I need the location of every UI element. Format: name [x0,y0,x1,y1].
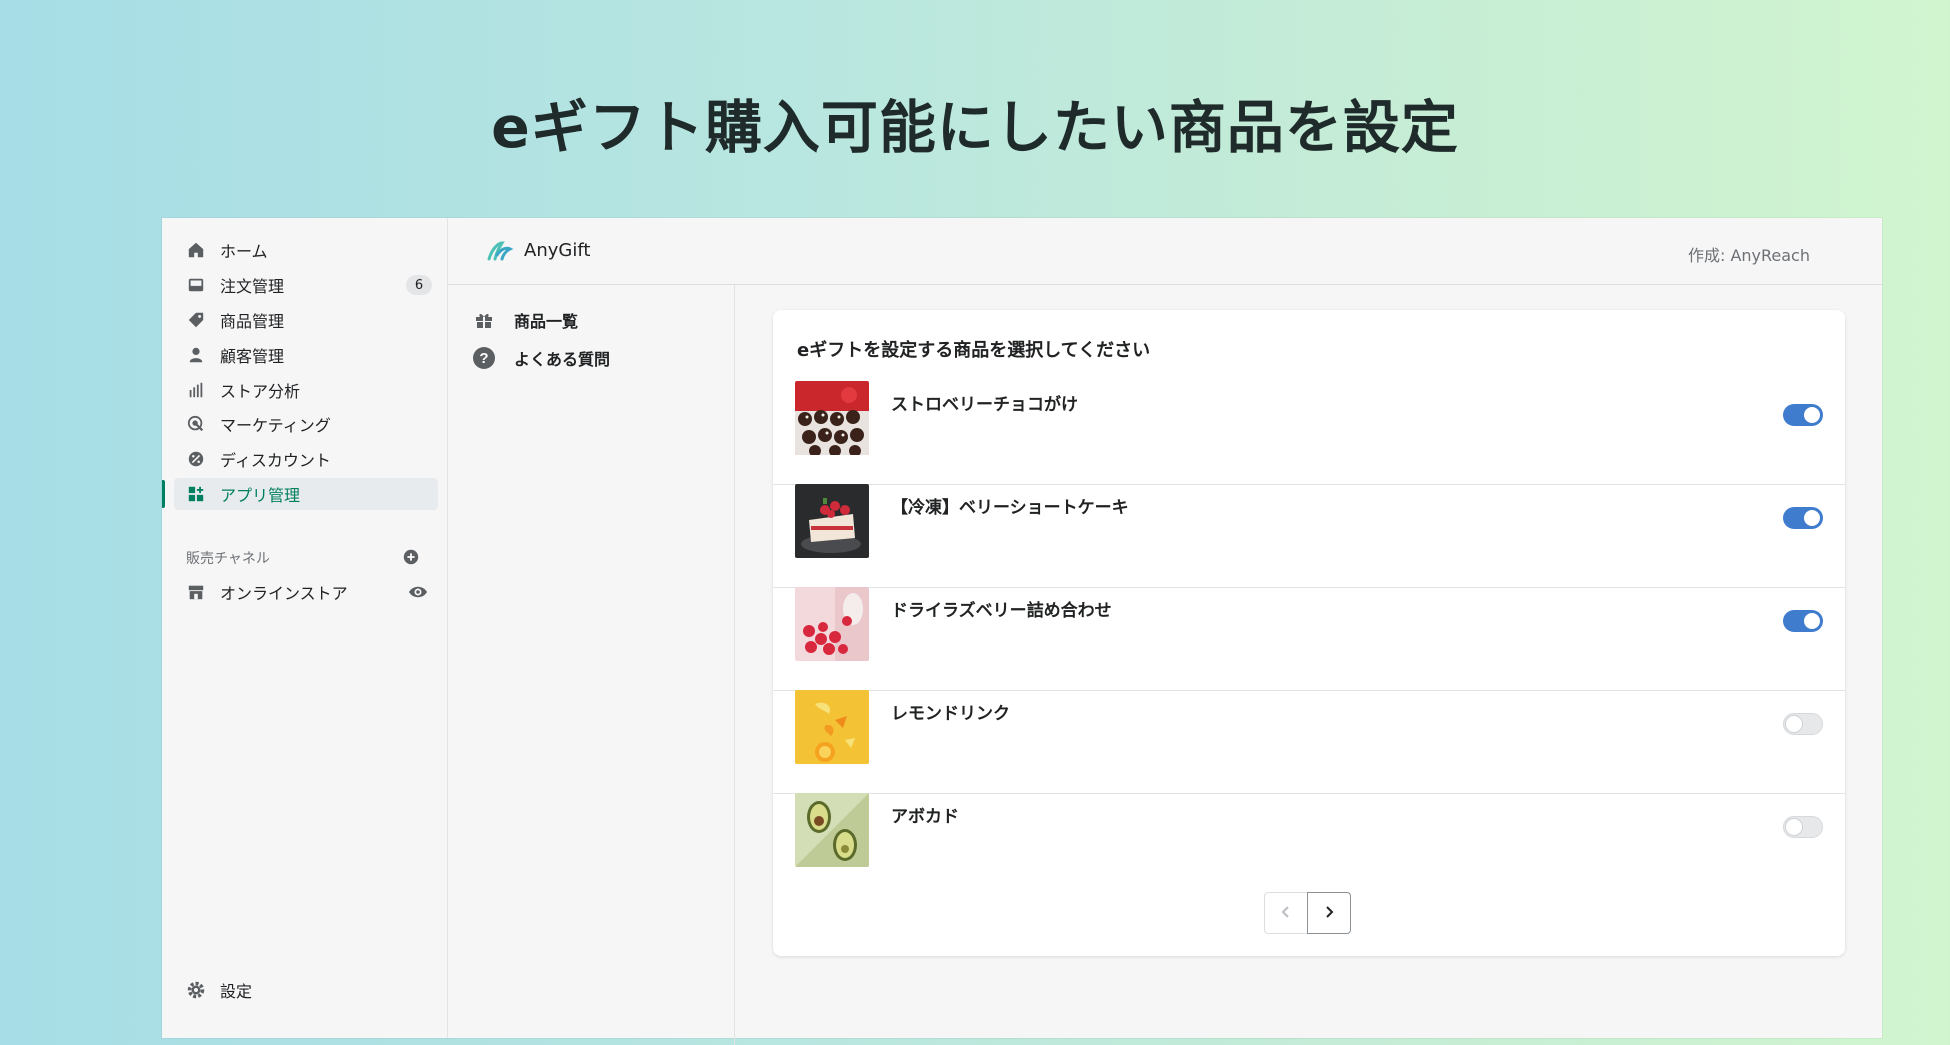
product-thumbnail [795,690,869,764]
store-icon [186,582,206,602]
product-name: ドライラズベリー詰め合わせ [891,601,1112,621]
egift-toggle[interactable] [1783,816,1823,838]
product-thumbnail [795,793,869,867]
previous-page-button[interactable] [1264,892,1308,934]
sidebar-item-label: ホーム [220,242,268,261]
apps-icon [186,484,206,504]
toggle-knob [1786,819,1802,835]
app-header: AnyGift 作成: AnyReach [448,218,1882,285]
subnav-item-label: 商品一覧 [514,312,579,331]
sales-channels-heading: 販売チャネル [186,551,270,567]
sidebar-item-label: 設定 [220,982,253,1001]
sidebar-item-label: 注文管理 [220,277,285,296]
toggle-knob [1804,407,1820,423]
egift-toggle[interactable] [1783,507,1823,529]
toggle-knob [1786,716,1802,732]
toggle-knob [1804,510,1820,526]
subnav-item-products[interactable]: 商品一覧 [472,305,578,335]
product-name: 【冷凍】ベリーショートケーキ [891,498,1129,518]
product-row: アボカド [773,793,1845,896]
inbox-icon [186,275,206,295]
question-icon: ? [472,346,496,370]
sidebar-item-label: アプリ管理 [220,486,301,505]
gear-icon [186,980,206,1000]
target-icon [186,414,206,434]
add-channel-icon[interactable] [402,548,420,566]
sidebar-item-label: オンラインストア [220,584,348,603]
sidebar-item-products[interactable]: 商品管理 [174,304,438,336]
tag-icon [186,310,206,330]
product-name: レモンドリンク [891,704,1010,724]
pagination [1264,892,1354,934]
toggle-knob [1804,613,1820,629]
next-page-button[interactable] [1307,892,1351,934]
sidebar-item-analytics[interactable]: ストア分析 [174,374,438,406]
app-window: ホーム 注文管理 6 商品管理 顧客管理 ストア分析 マーケティング ディスカウ… [162,218,1882,1045]
sidebar-item-home[interactable]: ホーム [174,234,438,266]
product-name: ストロベリーチョコがけ [891,395,1078,415]
card-title: eギフトを設定する商品を選択してください [797,340,1151,361]
sidebar-item-label: ストア分析 [220,382,301,401]
app-name: AnyGift [524,240,591,261]
product-row: ストロベリーチョコがけ [773,381,1845,485]
sidebar: ホーム 注文管理 6 商品管理 顧客管理 ストア分析 マーケティング ディスカウ… [162,218,448,1038]
page-headline: eギフト購入可能にしたい商品を設定 [491,95,1459,161]
person-icon [186,345,206,365]
product-name: アボカド [891,807,959,827]
sidebar-item-discounts[interactable]: ディスカウント [174,443,438,475]
sidebar-item-label: マーケティング [220,416,331,435]
product-thumbnail [795,587,869,661]
anygift-logo-icon [486,239,514,263]
app-subnav: 商品一覧 ? よくある質問 [448,285,735,1045]
product-row: 【冷凍】ベリーショートケーキ [773,484,1845,588]
chevron-right-icon [1323,904,1335,923]
subnav-item-faq[interactable]: ? よくある質問 [472,343,610,373]
svg-text:?: ? [479,350,488,367]
home-icon [186,240,206,260]
product-thumbnail [795,484,869,558]
product-thumbnail [795,381,869,455]
egift-toggle[interactable] [1783,404,1823,426]
product-row: レモンドリンク [773,690,1845,794]
egift-toggle[interactable] [1783,610,1823,632]
sidebar-item-marketing[interactable]: マーケティング [174,408,438,440]
sidebar-item-apps[interactable]: アプリ管理 [162,478,438,510]
subnav-item-label: よくある質問 [514,350,611,369]
app-author: 作成: AnyReach [1687,246,1810,265]
sidebar-item-label: 顧客管理 [220,347,285,366]
egift-toggle[interactable] [1783,713,1823,735]
chevron-left-icon [1280,904,1292,923]
discount-icon [186,449,206,469]
product-selection-card: eギフトを設定する商品を選択してください ストロベリーチョコがけ 【冷凍】ベリー… [773,310,1845,956]
gift-icon [472,308,496,332]
sidebar-item-settings[interactable]: 設定 [174,974,438,1006]
sidebar-item-online-store[interactable]: オンラインストア [174,576,438,608]
product-row: ドライラズベリー詰め合わせ [773,587,1845,691]
active-indicator [162,480,165,508]
sidebar-item-orders[interactable]: 注文管理 6 [174,269,438,301]
sidebar-item-label: 商品管理 [220,312,285,331]
sidebar-item-customers[interactable]: 顧客管理 [174,339,438,371]
eye-icon[interactable] [408,583,428,601]
sidebar-item-label: ディスカウント [220,451,331,470]
bar-chart-icon [186,380,206,400]
order-count-badge: 6 [406,275,432,295]
